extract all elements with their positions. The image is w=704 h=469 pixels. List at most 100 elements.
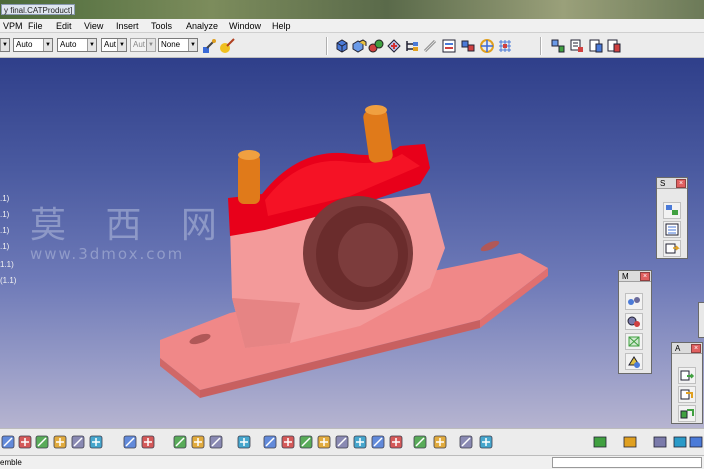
menu-insert[interactable]: Insert [116, 20, 139, 32]
existing-component-icon[interactable] [368, 38, 384, 54]
measure-icon[interactable] [412, 434, 428, 450]
whats-this-icon[interactable] [88, 434, 104, 450]
parts-list-icon[interactable] [663, 221, 681, 238]
linetype-value: Aut [104, 40, 117, 49]
graph-tree-icon[interactable] [404, 38, 420, 54]
constraint-icon[interactable] [625, 293, 643, 310]
generate-numbering-icon[interactable] [422, 38, 438, 54]
fit-all-icon[interactable] [208, 434, 224, 450]
window-title: y final.CATProduct] [1, 4, 76, 15]
zoom-out-icon[interactable] [298, 434, 314, 450]
constraint-update-icon[interactable] [678, 405, 696, 422]
layer-combo[interactable]: None ▼ [158, 38, 198, 52]
hierarchy-icon[interactable] [190, 434, 206, 450]
chevron-down-icon: ▼ [146, 39, 155, 51]
balloon-icon[interactable] [140, 434, 156, 450]
redo-icon[interactable] [70, 434, 86, 450]
paste-icon[interactable] [34, 434, 50, 450]
manipulate-icon[interactable] [479, 38, 495, 54]
sectioning-icon[interactable] [432, 434, 448, 450]
palette-s[interactable]: S × [656, 177, 688, 259]
title-bar: y final.CATProduct] [0, 0, 704, 19]
hide-show-icon[interactable] [370, 434, 386, 450]
component-icon[interactable] [588, 38, 604, 54]
palette-m[interactable]: M × [618, 270, 652, 374]
menu-tools[interactable]: Tools [151, 20, 172, 32]
toolbar-separator [326, 37, 328, 55]
transparency-combo[interactable]: Auto ▼ [13, 38, 53, 52]
snap-icon[interactable] [497, 38, 513, 54]
menu-help[interactable]: Help [272, 20, 291, 32]
cut-icon[interactable] [0, 434, 16, 450]
painter-icon[interactable] [201, 38, 217, 54]
catalog-icon[interactable] [663, 202, 681, 219]
hide-show-icon[interactable] [672, 434, 688, 450]
palette-a[interactable]: A × [671, 342, 703, 424]
line-thickness-combo[interactable]: Auto ▼ [57, 38, 97, 52]
watermark-cn: 莫 西 网 [30, 205, 231, 246]
capture-icon[interactable] [478, 434, 494, 450]
undo-icon[interactable] [52, 434, 68, 450]
palette-edge[interactable] [698, 302, 704, 338]
watermark: 莫 西 网 www.3dmox.com [30, 205, 231, 263]
normal-view-icon[interactable] [316, 434, 332, 450]
zoom-in-icon[interactable] [280, 434, 296, 450]
menu-file[interactable]: File [28, 20, 43, 32]
close-icon[interactable]: × [640, 272, 650, 281]
replace-component-icon[interactable] [386, 38, 402, 54]
iso-view-icon[interactable] [334, 434, 350, 450]
menu-edit[interactable]: Edit [56, 20, 72, 32]
pan-icon[interactable] [236, 434, 252, 450]
lock-icon[interactable] [622, 434, 638, 450]
menu-bar: VPM File Edit View Insert Tools Analyze … [0, 19, 704, 33]
component-icon[interactable] [334, 38, 350, 54]
watermark-url: www.3dmox.com [30, 245, 185, 263]
close-icon[interactable]: × [676, 179, 686, 188]
print-icon[interactable] [592, 434, 608, 450]
palette-title-bar[interactable]: M × [619, 271, 651, 282]
shading-icon[interactable] [352, 434, 368, 450]
3d-viewport[interactable]: .1) .1) .1) .1) 1.1) (1.1) 莫 西 网 www.3dm… [0, 58, 704, 428]
product-icon[interactable] [351, 38, 367, 54]
chevron-down-icon: ▼ [0, 39, 9, 51]
palette-title-bar[interactable]: A × [672, 343, 702, 354]
point-symbol-value: Aut [133, 40, 146, 49]
swap-visible-icon[interactable] [388, 434, 404, 450]
point-symbol-combo[interactable]: Aut ▼ [130, 38, 156, 52]
standard-toolbar [0, 428, 704, 455]
palette-title-bar[interactable]: S × [657, 178, 687, 189]
camera-icon[interactable] [458, 434, 474, 450]
line-thickness-value: Auto [60, 40, 77, 49]
multi-instantiation-icon[interactable] [460, 38, 476, 54]
formula-icon[interactable] [122, 434, 138, 450]
menu-analyze[interactable]: Analyze [186, 20, 218, 32]
reorder-icon[interactable] [441, 38, 457, 54]
update-icon[interactable] [678, 367, 696, 384]
status-bar: emble [0, 455, 704, 469]
product-icon[interactable] [606, 38, 622, 54]
apply-material-icon[interactable] [652, 434, 668, 450]
menu-vpm[interactable]: VPM [3, 20, 23, 32]
close-icon[interactable]: × [691, 344, 701, 353]
power-input-field[interactable] [552, 457, 702, 468]
fix-icon[interactable] [625, 313, 643, 330]
copy-icon[interactable] [17, 434, 33, 450]
fill-color-combo[interactable]: ▼ [0, 38, 10, 52]
menu-view[interactable]: View [84, 20, 103, 32]
contact-icon[interactable] [625, 333, 643, 350]
linetype-combo[interactable]: Aut ▼ [101, 38, 127, 52]
color-brush-icon[interactable] [219, 38, 235, 54]
chevron-down-icon: ▼ [117, 39, 126, 51]
exit-icon[interactable] [688, 434, 704, 450]
dowel-pin-left [238, 154, 260, 204]
offset-icon[interactable] [625, 353, 643, 370]
explode-icon[interactable] [550, 38, 566, 54]
rotate-icon[interactable] [262, 434, 278, 450]
palette-title: M [622, 272, 629, 281]
scene-icon[interactable] [663, 240, 681, 257]
menu-window[interactable]: Window [229, 20, 261, 32]
save-management-icon[interactable] [678, 386, 696, 403]
transparency-value: Auto [16, 40, 33, 49]
table-icon[interactable] [172, 434, 188, 450]
clash-icon[interactable] [569, 38, 585, 54]
